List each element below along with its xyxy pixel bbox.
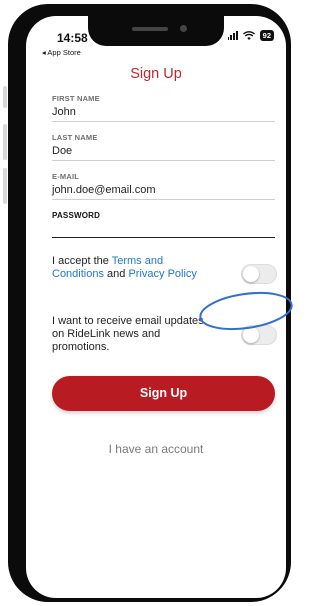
camera <box>180 25 187 32</box>
annotation-circle <box>199 291 293 331</box>
notch <box>88 16 224 46</box>
speaker <box>132 27 168 31</box>
